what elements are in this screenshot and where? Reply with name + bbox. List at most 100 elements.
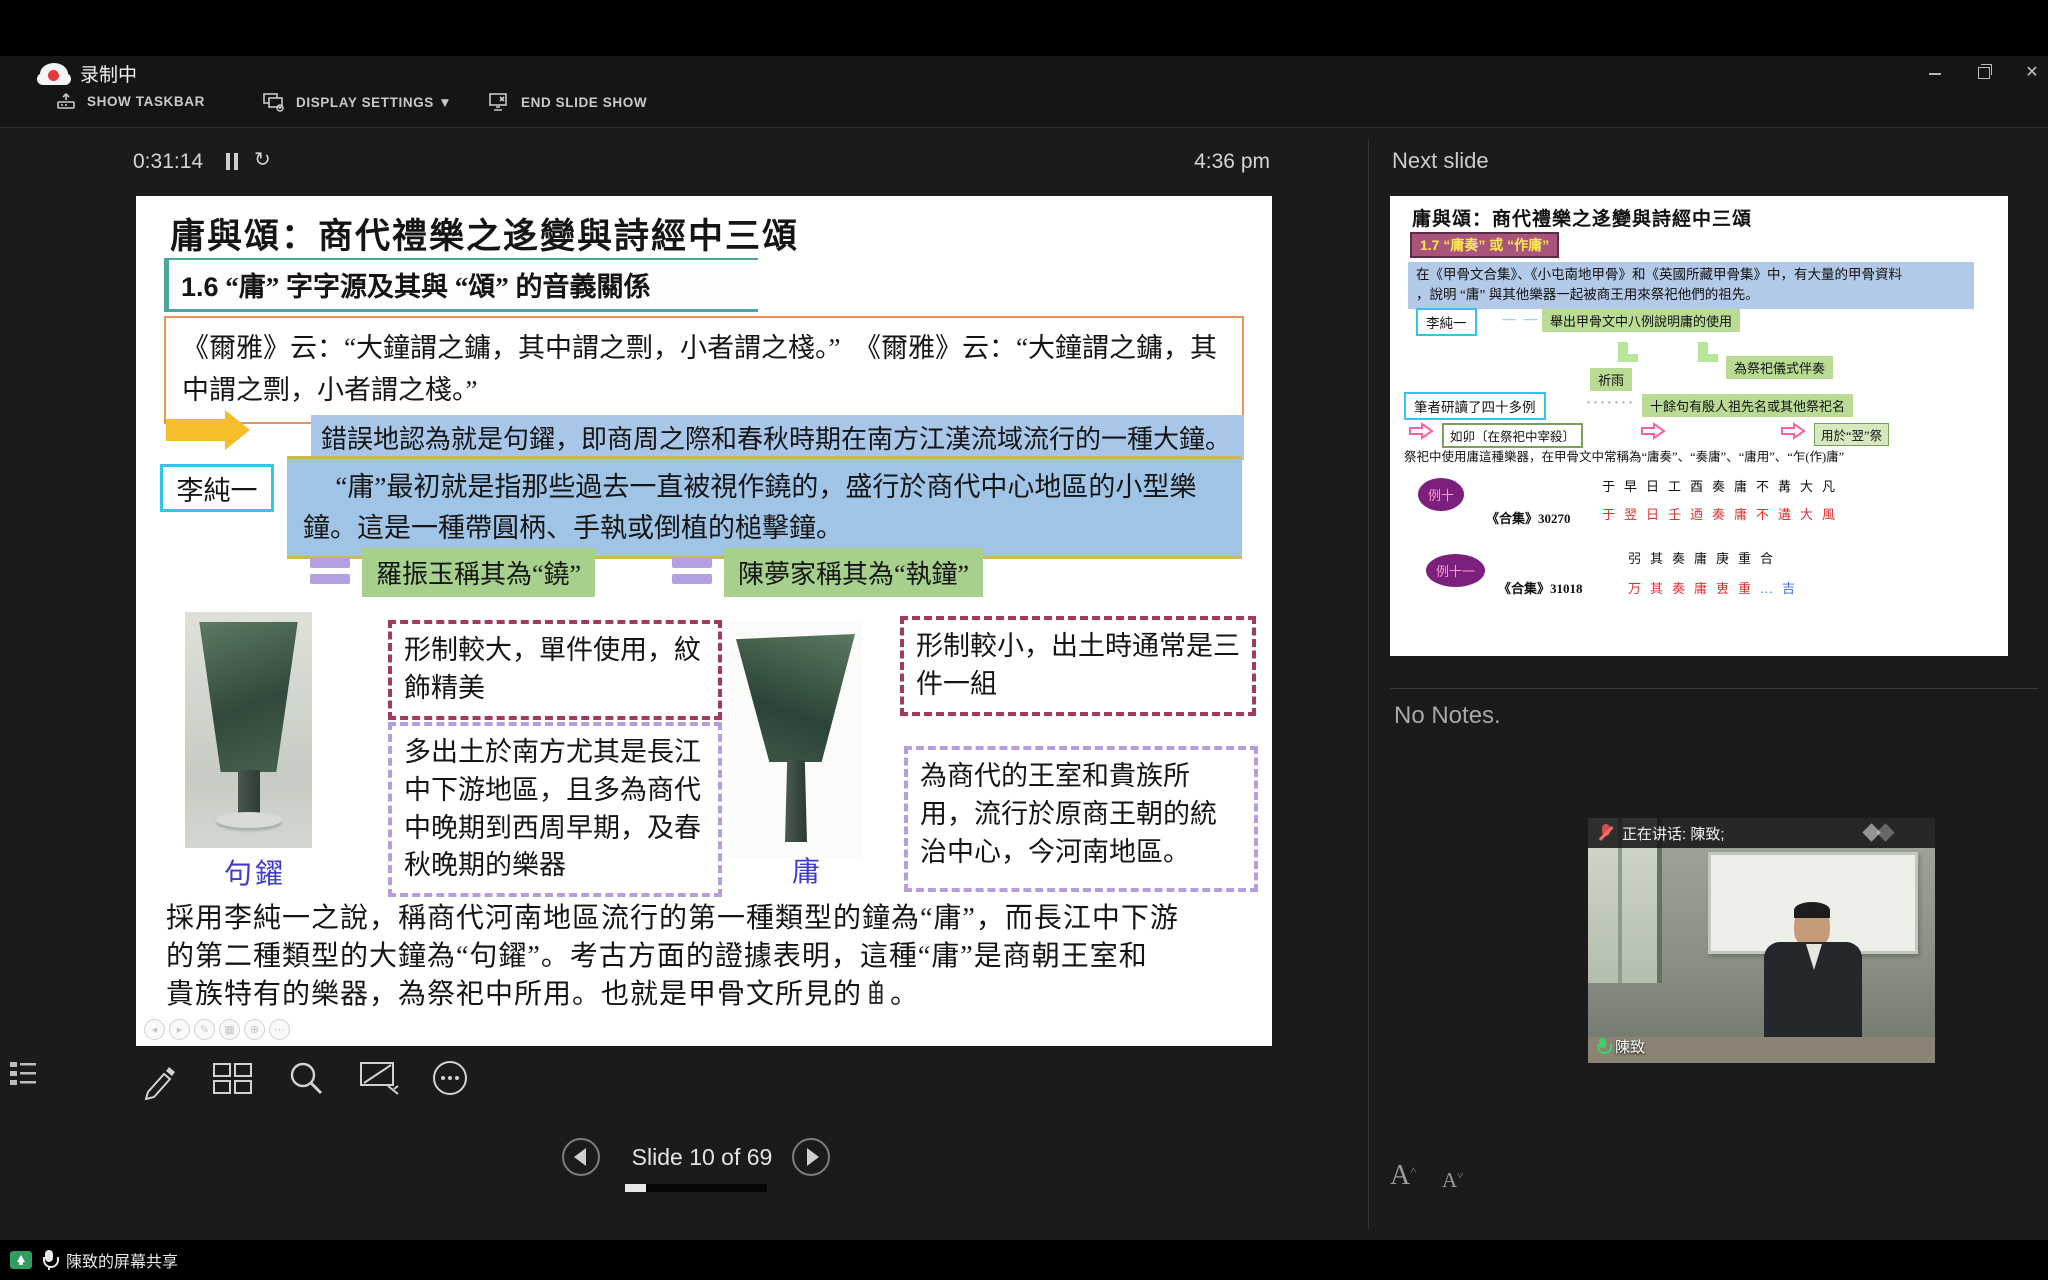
example11-oracle-row: 弜其奏庸庚重合 (1628, 548, 1782, 567)
font-increase-button[interactable]: A˄ (1390, 1160, 1416, 1192)
feature-large-box: 形制較大，單件使用，紋飾精美 (388, 620, 722, 720)
pen-tool-button[interactable] (138, 1058, 180, 1100)
more-options-button[interactable] (430, 1058, 470, 1098)
slide-title: 庸與頌：商代禮樂之迻變與詩經中三頌 (170, 208, 799, 259)
close-button[interactable]: ✕ (2022, 64, 2042, 82)
example10-ref: 《合集》30270 (1486, 508, 1571, 527)
bronze-yong-photo (728, 622, 863, 858)
slide-counter: Slide 10 of 69 (614, 1144, 790, 1171)
arrow-note-row: 錯誤地認為就是句鑃，即商周之際和春秋時期在南方江漢流域流行的一種大鐘。 (164, 415, 1244, 451)
preview-arrow-box2: 用於“翌”祭 (1814, 423, 1889, 446)
muted-mic-icon (1598, 823, 1614, 843)
overlay-next-button[interactable]: ▸ (169, 1019, 190, 1040)
overlay-zoom-button[interactable]: ⊕ (244, 1019, 265, 1040)
see-all-slides-button[interactable] (212, 1060, 254, 1098)
bell-stem (238, 770, 260, 816)
meeting-logo-icon (1861, 824, 1901, 842)
overlay-more-button[interactable]: ⋯ (269, 1019, 290, 1040)
branch-arrow-right-icon (1698, 342, 1708, 362)
screen-share-status: 陳致的屏幕共享 (10, 1248, 178, 1272)
example11-transcription-row: 万其奏庸叀重…吉 (1628, 578, 1804, 597)
preview-dotted-connector: ······· (1586, 395, 1635, 412)
next-arrow-icon (807, 1148, 819, 1166)
section-title: “庸” 字字源及其與 “頌” 的音義關係 (225, 272, 650, 302)
speaker-name-tag: 陳致 (1596, 1036, 1645, 1057)
panel-divider (1368, 140, 1369, 1230)
example10-oracle-row: 于早日工酉奏庸不冓大凡 (1602, 476, 1844, 495)
display-settings-icon (262, 92, 286, 112)
speaker-name: 陳致 (1615, 1036, 1645, 1057)
section-number: 1.6 (181, 272, 219, 302)
next-slide-button[interactable] (792, 1138, 830, 1176)
royal-use-box: 為商代的王室和貴族所用，流行於原商王朝的統治中心，今河南地區。 (904, 746, 1258, 892)
recording-indicator: 录制中 (40, 60, 137, 87)
minimize-button[interactable] (1926, 64, 1946, 82)
preview-scholar-note: 舉出甲骨文中八例說明庸的使用 (1542, 309, 1740, 332)
example10-transcription-row: 于翌日壬迺奏庸不遘大風 (1602, 504, 1844, 523)
black-screen-button[interactable] (358, 1060, 402, 1098)
paragraph-line3: 貴族特有的樂器，為祭祀中所用。也就是甲骨文所見的 (166, 979, 862, 1010)
show-taskbar-button[interactable]: SHOW TASKBAR (55, 92, 205, 110)
restore-button[interactable] (1974, 64, 1994, 82)
end-slide-show-button[interactable]: END SLIDE SHOW (487, 92, 647, 112)
slide-section-header: 1.6 “庸” 字字源及其與 “頌” 的音義關係 (164, 258, 758, 312)
bell-handle (785, 760, 807, 842)
conclusion-paragraph: 採用李純一之說，稱商代河南地區流行的第一種類型的鐘為“庸”，而長江中下游 的第二… (166, 900, 1252, 1014)
bronze-bell-icon (195, 622, 302, 772)
show-taskbar-label: SHOW TASKBAR (87, 94, 205, 109)
zoom-slide-button[interactable] (286, 1058, 326, 1098)
arrow-note-text: 錯誤地認為就是句鑃，即商周之際和春秋時期在南方江漢流域流行的一種大鐘。 (311, 415, 1244, 460)
example11-oval: 例十一 (1426, 554, 1485, 587)
overlay-prev-button[interactable]: ◂ (144, 1019, 165, 1040)
font-decrease-button[interactable]: A˅ (1442, 1168, 1463, 1193)
caret-up-icon: ˄ (1410, 1165, 1416, 1177)
preview-intro-line1: 在《甲骨文合集》、《小屯南地甲骨》和《英國所藏甲骨集》中，有大量的甲骨資料 (1416, 267, 1902, 282)
taskbar-mic-icon (42, 1250, 56, 1270)
example11-blue-glyphs: …吉 (1760, 581, 1804, 596)
preview-usage-line: 祭祀中使用庸這種樂器，在甲骨文中常稱為“庸奏”、“奏庸”、“庸用”、“乍(作)庸… (1404, 446, 1996, 465)
bronze-bell-icon-2 (736, 634, 855, 762)
previous-slide-button[interactable] (562, 1138, 600, 1176)
prev-arrow-icon (574, 1148, 586, 1166)
preview-dash-connector: — — (1502, 312, 1540, 328)
display-settings-label: DISPLAY SETTINGS ▼ (296, 95, 452, 110)
recording-cloud-icon (40, 63, 68, 85)
erya-quote-box: 《爾雅》云：“大鐘謂之鏞，其中謂之剽，小者謂之棧。” 《爾雅》云：“大鐘謂之鏞，… (164, 316, 1244, 424)
end-slide-show-icon (487, 92, 511, 112)
label-yong: 庸 (792, 850, 823, 890)
current-slide[interactable]: 庸與頌：商代禮樂之迻變與詩經中三頌 1.6 “庸” 字字源及其與 “頌” 的音義… (136, 196, 1272, 1046)
thumbnail-list-icon[interactable] (8, 1058, 38, 1088)
screen-share-label: 陳致的屏幕共享 (66, 1248, 178, 1272)
preview-title: 庸與頌：商代禮樂之迻變與詩經中三頌 (1412, 204, 1752, 231)
elapsed-timer: 0:31:14 (133, 150, 203, 174)
example11-ref: 《合集》31018 (1498, 578, 1583, 597)
paragraph-line2: 的第二種類型的大鐘為“句鑃”。考古方面的證據表明，這種“庸”是商朝王室和 (166, 941, 1148, 972)
current-time: 4:36 pm (1160, 150, 1270, 174)
window-controls: ✕ (1926, 64, 2042, 82)
bell-base (216, 812, 282, 828)
overlay-pen-button[interactable]: ✎ (194, 1019, 215, 1040)
preview-branch-left: 祈雨 (1590, 368, 1632, 391)
next-slide-label: Next slide (1392, 148, 1489, 174)
presenter-view-screen: 录制中 SHOW TASKBAR DISPLAY SETTINGS ▼ END … (0, 0, 2048, 1280)
pink-arrow-icon-2 (1640, 422, 1666, 440)
equals-icon-right (672, 558, 712, 586)
preview-intro-line2: ，說明 “庸” 與其他樂器一起被商王用來祭祀他們的祖先。 (1416, 287, 1759, 302)
example10-oval: 例十 (1418, 478, 1464, 511)
taskbar-icon (55, 92, 77, 110)
paragraph-end: 。 (890, 979, 919, 1010)
restart-timer-button[interactable]: ↻ (254, 147, 271, 172)
equals-icon-left (310, 558, 350, 586)
overlay-grid-button[interactable]: ▦ (219, 1019, 240, 1040)
speaker-video-tile[interactable]: 正在讲话: 陳致; 陳致 (1588, 818, 1935, 1063)
chenmengjia-box: 陳夢家稱其為“執鐘” (724, 548, 983, 597)
display-settings-button[interactable]: DISPLAY SETTINGS ▼ (262, 92, 452, 112)
yellow-arrow-icon (166, 419, 226, 441)
font-increase-letter: A (1390, 1160, 1410, 1191)
preview-author-note: 十餘句有殷人祖先名或其他祭祀名 (1642, 394, 1853, 417)
example11-red-glyphs: 万其奏庸叀重 (1628, 581, 1760, 596)
pause-timer-button[interactable] (224, 153, 242, 171)
notes-divider (1390, 688, 2038, 689)
preview-author-box: 筆者研讀了四十多例 (1404, 392, 1546, 420)
bronze-nao-photo (185, 612, 312, 848)
